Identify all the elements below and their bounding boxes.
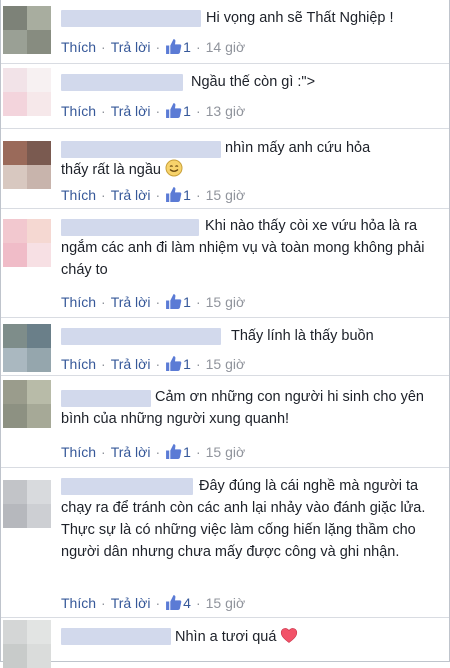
- comment: Cảm ơn những con người hi sinh cho yên b…: [1, 376, 449, 466]
- comment: Thấy lính là thấy buồn Thích · Trả lời · 1 · 1…: [1, 318, 449, 374]
- comment: Ngầu thế còn gì :"> Thích · Trả lời · 1 · 13 g…: [1, 64, 449, 127]
- avatar[interactable]: [3, 219, 51, 267]
- avatar[interactable]: [3, 620, 51, 668]
- like-count[interactable]: 1: [183, 294, 191, 310]
- reply-link[interactable]: Trả lời: [111, 39, 151, 55]
- thumbs-up-icon[interactable]: [165, 186, 182, 203]
- thumbs-up-icon[interactable]: [165, 355, 182, 372]
- comment-text: Ngầu thế còn gì :">: [191, 74, 316, 90]
- smiling-face-icon: [165, 159, 183, 177]
- like-count[interactable]: 1: [183, 39, 191, 55]
- comment-text: Cảm ơn những con người hi sinh cho yên b…: [61, 389, 424, 427]
- like-link[interactable]: Thích: [61, 595, 96, 611]
- comment-text: Nhìn a tươi quá: [175, 626, 439, 648]
- comment-actions: Thích · Trả lời · 1 · 15 giờ: [61, 443, 246, 460]
- comment-text: Hi vọng anh sẽ Thất Nghiệp !: [206, 10, 394, 26]
- commenter-name[interactable]: [61, 628, 171, 645]
- commenter-name[interactable]: [61, 10, 201, 27]
- like-link[interactable]: Thích: [61, 103, 96, 119]
- comment-text: Thấy lính là thấy buồn: [231, 328, 374, 344]
- reply-link[interactable]: Trả lời: [111, 444, 151, 460]
- thumbs-up-icon[interactable]: [165, 293, 182, 310]
- thumbs-up-icon[interactable]: [165, 443, 182, 460]
- like-count[interactable]: 1: [183, 356, 191, 372]
- like-count[interactable]: 1: [183, 187, 191, 203]
- avatar[interactable]: [3, 324, 51, 372]
- comment: Khi nào thấy còi xe vứu hỏa là ra ngắm c…: [1, 209, 449, 316]
- timestamp[interactable]: 15 giờ: [206, 356, 246, 372]
- like-count[interactable]: 4: [183, 595, 191, 611]
- comment-text: Đây đúng là cái nghề mà người ta chạy ra…: [61, 478, 426, 560]
- comment: Hi vọng anh sẽ Thất Nghiệp ! Thích · Trả l…: [1, 0, 449, 63]
- commenter-name[interactable]: [61, 328, 221, 345]
- like-link[interactable]: Thích: [61, 39, 96, 55]
- avatar[interactable]: [3, 480, 51, 528]
- comment-actions: Thích · Trả lời · 1 · 13 giờ: [61, 102, 246, 119]
- reply-link[interactable]: Trả lời: [111, 103, 151, 119]
- timestamp[interactable]: 15 giờ: [206, 595, 246, 611]
- thumbs-up-icon[interactable]: [165, 102, 182, 119]
- comment: Đây đúng là cái nghề mà người ta chạy ra…: [1, 468, 449, 617]
- comment-actions: Thích · Trả lời · 1 · 15 giờ: [61, 355, 246, 372]
- reply-link[interactable]: Trả lời: [111, 294, 151, 310]
- thumbs-up-icon[interactable]: [165, 594, 182, 611]
- comment: nhìn mấy anh cứu hỏa thấy rất là ngầu Th…: [1, 129, 449, 207]
- like-count[interactable]: 1: [183, 444, 191, 460]
- reply-link[interactable]: Trả lời: [111, 595, 151, 611]
- thumbs-up-icon[interactable]: [165, 38, 182, 55]
- timestamp[interactable]: 15 giờ: [206, 444, 246, 460]
- comment-text: nhìn mấy anh cứu hỏa thấy rất là ngầu: [61, 140, 371, 178]
- timestamp[interactable]: 15 giờ: [206, 187, 246, 203]
- avatar[interactable]: [3, 380, 51, 428]
- timestamp[interactable]: 15 giờ: [206, 294, 246, 310]
- avatar[interactable]: [3, 68, 51, 116]
- avatar[interactable]: [3, 141, 51, 189]
- commenter-name[interactable]: [61, 74, 183, 91]
- comment: Nhìn a tươi quá: [1, 618, 449, 668]
- like-link[interactable]: Thích: [61, 187, 96, 203]
- comment-actions: Thích · Trả lời · 4 · 15 giờ: [61, 594, 246, 611]
- timestamp[interactable]: 14 giờ: [206, 39, 246, 55]
- comment-actions: Thích · Trả lời · 1 · 15 giờ: [61, 293, 246, 310]
- reply-link[interactable]: Trả lời: [111, 356, 151, 372]
- reply-link[interactable]: Trả lời: [111, 187, 151, 203]
- like-link[interactable]: Thích: [61, 356, 96, 372]
- avatar[interactable]: [3, 6, 51, 54]
- comment-actions: Thích · Trả lời · 1 · 15 giờ: [61, 186, 246, 203]
- comment-text: Khi nào thấy còi xe vứu hỏa là ra ngắm c…: [61, 218, 425, 278]
- like-count[interactable]: 1: [183, 103, 191, 119]
- comment-actions: Thích · Trả lời · 1 · 14 giờ: [61, 38, 246, 55]
- comment-thread: Hi vọng anh sẽ Thất Nghiệp ! Thích · Trả l…: [0, 0, 450, 668]
- timestamp[interactable]: 13 giờ: [206, 103, 246, 119]
- heart-icon: [281, 628, 298, 643]
- like-link[interactable]: Thích: [61, 294, 96, 310]
- like-link[interactable]: Thích: [61, 444, 96, 460]
